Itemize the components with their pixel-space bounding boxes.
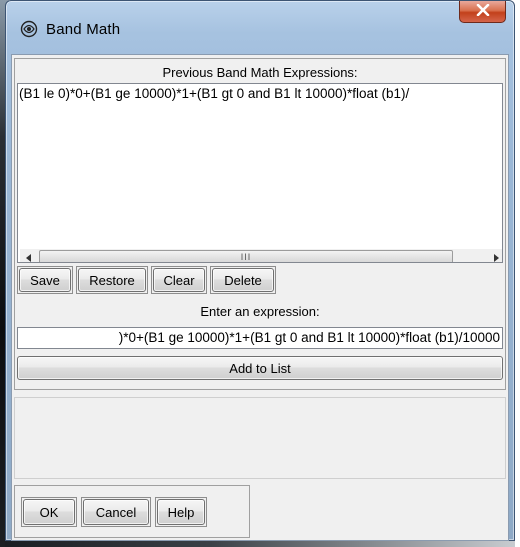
message-area: [14, 397, 506, 479]
scrollbar-grip-icon: III: [240, 252, 252, 262]
enter-expression-label: Enter an expression:: [200, 304, 320, 319]
scroll-right-icon: [493, 249, 499, 263]
help-button[interactable]: Help: [157, 499, 205, 525]
scrollbar-thumb[interactable]: III: [39, 250, 453, 262]
band-math-window: Band Math Previous Band Math Expressions…: [5, 0, 515, 541]
expressions-group: Previous Band Math Expressions: (B1 le 0…: [14, 58, 506, 390]
restore-button[interactable]: Restore: [78, 268, 146, 292]
scroll-left-icon: [25, 249, 32, 263]
band-math-app-icon: [20, 20, 38, 38]
list-item[interactable]: (B1 le 0)*0+(B1 ge 10000)*1+(B1 gt 0 and…: [19, 86, 409, 101]
previous-expressions-list[interactable]: (B1 le 0)*0+(B1 ge 10000)*1+(B1 gt 0 and…: [17, 83, 503, 263]
previous-expressions-label: Previous Band Math Expressions:: [162, 65, 358, 80]
footer-button-group: OK Cancel Help: [14, 485, 250, 538]
scroll-left-button[interactable]: [20, 249, 37, 263]
window-bottom-edge: [5, 541, 515, 547]
title-bar[interactable]: Band Math: [6, 1, 514, 53]
add-to-list-button[interactable]: Add to List: [17, 356, 503, 380]
window-title: Band Math: [46, 21, 121, 38]
clear-button[interactable]: Clear: [153, 268, 205, 292]
scroll-right-button[interactable]: [487, 249, 502, 263]
close-icon: [476, 3, 490, 21]
close-button[interactable]: [459, 1, 506, 23]
expression-input-value: )*0+(B1 ge 10000)*1+(B1 gt 0 and B1 lt 1…: [118, 330, 500, 345]
cancel-button[interactable]: Cancel: [83, 499, 149, 525]
expression-input[interactable]: )*0+(B1 ge 10000)*1+(B1 gt 0 and B1 lt 1…: [17, 327, 503, 349]
horizontal-scrollbar[interactable]: III: [20, 249, 502, 263]
dialog-body: Previous Band Math Expressions: (B1 le 0…: [11, 54, 509, 541]
ok-button[interactable]: OK: [23, 499, 75, 525]
delete-button[interactable]: Delete: [212, 268, 274, 292]
save-button[interactable]: Save: [19, 268, 71, 292]
